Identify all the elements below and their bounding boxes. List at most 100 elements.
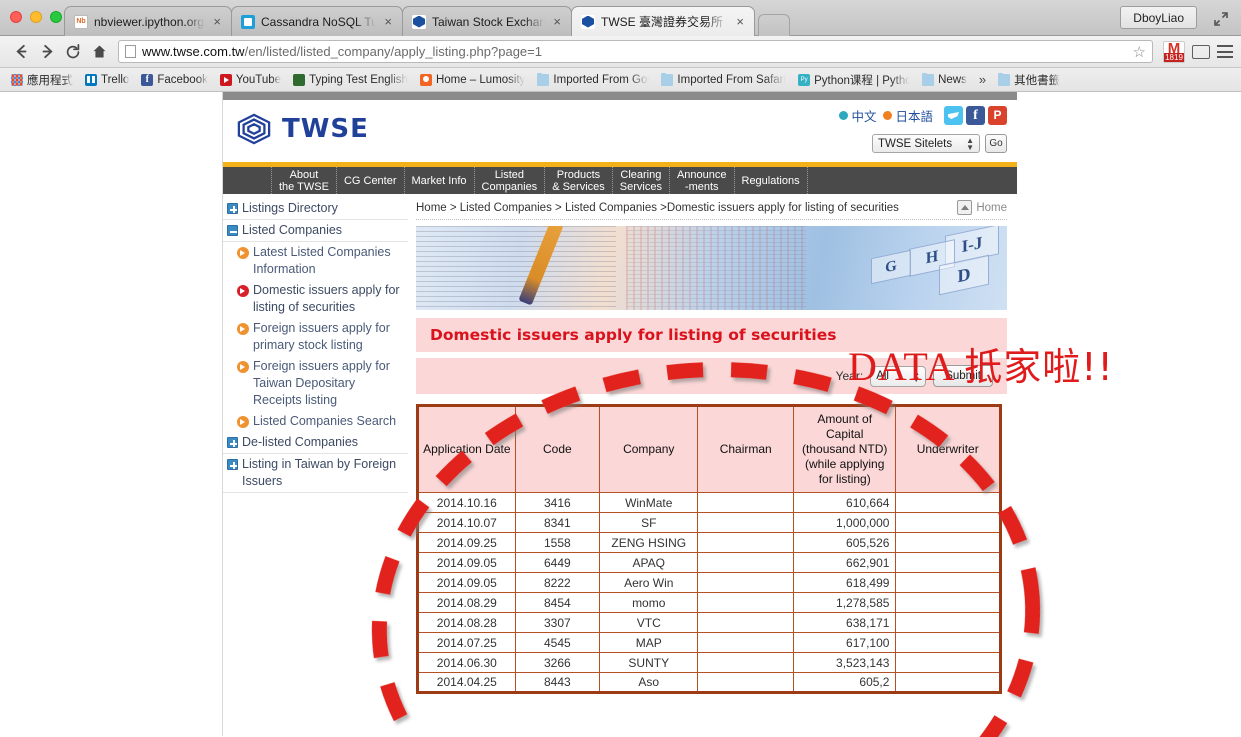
profile-button[interactable]: DboyLiao: [1120, 6, 1197, 29]
page-title: Domestic issuers apply for listing of se…: [430, 326, 837, 344]
page-viewport: TWSE 中文 日本語 f P TWSE Sitelets ▲ ▼ Go Abo…: [0, 92, 1241, 736]
cell-chairman: [697, 672, 794, 693]
close-tab-icon[interactable]: ×: [213, 15, 221, 28]
sidebar-item-domestic-issuers[interactable]: Domestic issuers apply for listing of se…: [223, 280, 408, 318]
bookmark-label: Python课程 | Python: [814, 74, 911, 87]
page-info-icon: [125, 45, 136, 58]
bookmark-imported-safari[interactable]: Imported From Safari: [656, 72, 791, 88]
language-switcher: 中文 日本語 f P: [839, 106, 1007, 125]
bullet-icon: [839, 111, 849, 120]
twitter-icon[interactable]: [944, 106, 963, 125]
nav-announcements[interactable]: Announce -ments: [670, 167, 735, 194]
nav-about-the-twse[interactable]: About the TWSE: [271, 167, 337, 194]
cell-date: 2014.04.25: [417, 672, 516, 693]
go-button[interactable]: Go: [985, 134, 1007, 153]
sidebar-item-listed-companies-search[interactable]: Listed Companies Search: [223, 411, 408, 432]
year-select[interactable]: All ▲ ▼: [870, 365, 927, 387]
fullscreen-icon[interactable]: [1213, 11, 1229, 27]
sidebar-item-latest-listed[interactable]: Latest Listed Companies Information: [223, 242, 408, 280]
bookmark-star-icon[interactable]: ☆: [1133, 43, 1146, 61]
bookmark-python-course[interactable]: Py Python课程 | Python: [793, 70, 915, 90]
bookmark-lumosity[interactable]: Home – Lumosity: [415, 72, 530, 88]
table-row: 2014.09.05 6449 APAQ 662,901: [417, 552, 1001, 573]
tab-cassandra[interactable]: Cassandra NoSQL Tutorial ×: [231, 6, 403, 36]
page-banner-image: I-J H D G: [416, 226, 1007, 310]
sidebar-item-de-listed-companies[interactable]: De-listed Companies: [223, 432, 408, 454]
bookmark-typing-test[interactable]: Typing Test English: [288, 72, 413, 88]
gmail-extension-icon[interactable]: M 1819: [1163, 40, 1185, 63]
sidebar-item-label: Latest Listed Companies Information: [253, 245, 391, 276]
python-icon: Py: [798, 73, 811, 86]
nav-cg-center[interactable]: CG Center: [337, 167, 405, 194]
cassandra-icon: [241, 14, 255, 29]
tab-nbviewer[interactable]: Nb nbviewer.ipython.org/gith ×: [64, 6, 232, 36]
home-button[interactable]: [86, 39, 112, 65]
cell-underwriter: [895, 632, 1001, 653]
bookmark-youtube[interactable]: YouTube: [215, 72, 286, 88]
nav-regulations[interactable]: Regulations: [735, 167, 808, 194]
tab-taiwan-stock-exchange[interactable]: Taiwan Stock Exchange Co ×: [402, 6, 572, 36]
language-chinese[interactable]: 中文: [839, 106, 876, 125]
cell-company: momo: [599, 592, 699, 613]
listing-table: Application Date Code Company Chairman A…: [416, 404, 1002, 694]
cell-code: 3416: [514, 492, 601, 513]
header-utilities: 中文 日本語 f P TWSE Sitelets ▲ ▼ Go: [839, 106, 1007, 153]
sidebar-item-foreign-tdr[interactable]: Foreign issuers apply for Taiwan Deposit…: [223, 356, 408, 411]
sidebar-item-listings-directory[interactable]: Listings Directory: [223, 198, 408, 220]
nav-products-services[interactable]: Products & Services: [545, 167, 613, 194]
bookmark-facebook[interactable]: f Facebook: [136, 72, 213, 88]
year-selected-value: All: [876, 370, 889, 382]
chevron-updown-icon: ▲ ▼: [966, 135, 974, 152]
minimize-window-button[interactable]: [30, 11, 42, 23]
new-tab-button[interactable]: [758, 14, 790, 36]
expand-plus-icon: [227, 203, 238, 214]
col-label: Code: [542, 442, 572, 456]
cell-underwriter: [895, 592, 1001, 613]
bookmark-apps[interactable]: 應用程式: [6, 70, 78, 90]
cell-code: 8222: [514, 572, 601, 593]
url-host: www.twse.com.tw: [142, 44, 245, 59]
chrome-menu-icon[interactable]: [1217, 45, 1233, 58]
close-tab-icon[interactable]: ×: [553, 15, 561, 28]
plurk-icon[interactable]: P: [988, 106, 1007, 125]
address-bar[interactable]: www.twse.com.tw/en/listed/listed_company…: [118, 40, 1153, 63]
filter-bar: Year: All ▲ ▼ Submit: [416, 358, 1007, 394]
year-label: Year:: [835, 369, 864, 383]
cell-company: MAP: [599, 632, 699, 653]
forward-button[interactable]: [34, 39, 60, 65]
bookmark-news[interactable]: News: [917, 72, 972, 88]
twse-logo[interactable]: TWSE: [235, 112, 369, 146]
language-japanese[interactable]: 日本語: [883, 106, 933, 125]
bookmark-trello[interactable]: Trello: [80, 72, 134, 88]
cell-chairman: [697, 612, 794, 633]
home-shortcut[interactable]: Home: [957, 200, 1007, 215]
bookmark-imported-google[interactable]: Imported From Goog: [532, 72, 654, 88]
nav-market-info[interactable]: Market Info: [405, 167, 475, 194]
cell-amount: 638,171: [792, 612, 897, 633]
bookmarks-overflow-button[interactable]: »: [974, 72, 991, 87]
back-button[interactable]: [8, 39, 34, 65]
cell-company: WinMate: [599, 492, 699, 513]
cell-company: ZENG HSING: [599, 532, 699, 553]
lumosity-icon: [419, 73, 432, 86]
close-tab-icon[interactable]: ×: [384, 15, 392, 28]
nav-clearing-services[interactable]: Clearing Services: [613, 167, 670, 194]
sidebar-item-listed-companies[interactable]: Listed Companies: [223, 220, 408, 242]
reload-button[interactable]: [60, 39, 86, 65]
submit-button[interactable]: Submit: [933, 365, 993, 387]
cell-date: 2014.07.25: [417, 632, 516, 653]
sitelets-select[interactable]: TWSE Sitelets ▲ ▼: [872, 134, 980, 153]
tab-label: TWSE 臺灣證券交易所 > 上市: [601, 15, 728, 29]
sidebar-item-listing-in-taiwan[interactable]: Listing in Taiwan by Foreign Issuers: [223, 454, 408, 493]
maximize-window-button[interactable]: [50, 11, 62, 23]
nav-listed-companies[interactable]: Listed Companies: [475, 167, 546, 194]
sidebar-item-foreign-primary-stock[interactable]: Foreign issuers apply for primary stock …: [223, 318, 408, 356]
cast-icon[interactable]: [1192, 44, 1210, 59]
page-title-bar: Domestic issuers apply for listing of se…: [416, 318, 1007, 352]
facebook-icon[interactable]: f: [966, 106, 985, 125]
tab-twse-active[interactable]: TWSE 臺灣證券交易所 > 上市 ×: [571, 6, 755, 36]
close-window-button[interactable]: [10, 11, 22, 23]
bookmark-other-bookmarks[interactable]: 其他書籤: [993, 70, 1065, 90]
close-tab-icon[interactable]: ×: [736, 15, 744, 28]
sidebar-item-label: Domestic issuers apply for listing of se…: [253, 283, 400, 314]
